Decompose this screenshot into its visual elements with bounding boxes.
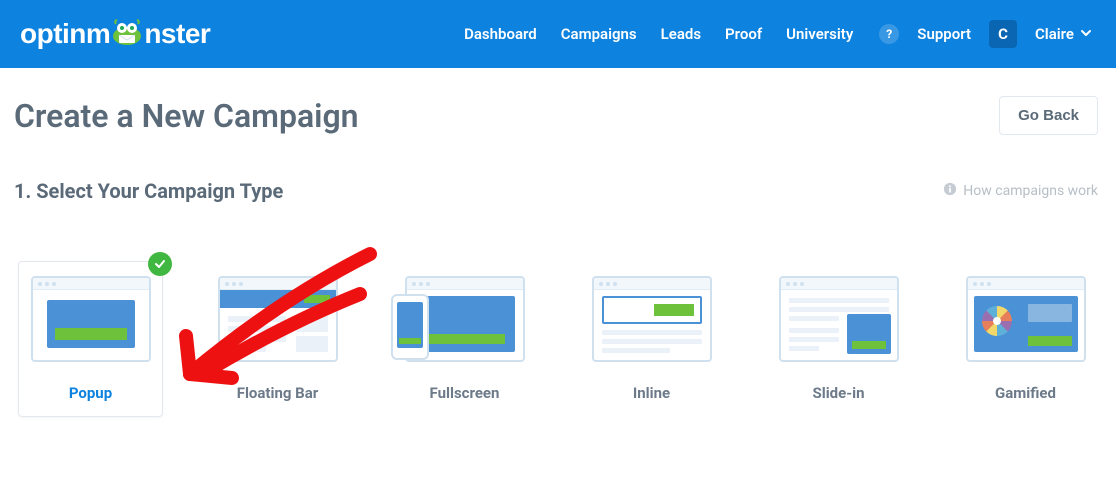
how-campaigns-work-label: How campaigns work <box>963 183 1098 199</box>
nav-university[interactable]: University <box>786 25 853 43</box>
brand-logo[interactable]: optinm nster <box>20 18 210 50</box>
campaign-type-slide-in[interactable]: Slide-in <box>766 261 911 417</box>
brand-word-left: optinm <box>20 18 110 50</box>
user-name: Claire <box>1035 25 1074 43</box>
user-avatar[interactable]: C <box>989 20 1017 48</box>
section-header: 1. Select Your Campaign Type How campaig… <box>14 179 1098 203</box>
how-campaigns-work-link[interactable]: How campaigns work <box>943 182 1098 200</box>
section-title: 1. Select Your Campaign Type <box>14 179 283 203</box>
campaign-type-fullscreen[interactable]: Fullscreen <box>392 261 537 417</box>
go-back-button[interactable]: Go Back <box>999 96 1098 135</box>
page-body: Create a New Campaign Go Back 1. Select … <box>0 68 1116 417</box>
nav-leads[interactable]: Leads <box>661 25 701 43</box>
page-title: Create a New Campaign <box>14 97 359 135</box>
campaign-type-inline[interactable]: Inline <box>579 261 724 417</box>
campaign-type-grid: Popup Floating Bar <box>14 261 1098 417</box>
user-menu[interactable]: Claire <box>1035 25 1092 43</box>
gamified-thumb <box>966 276 1086 362</box>
help-icon[interactable]: ? <box>879 24 899 44</box>
nav-campaigns[interactable]: Campaigns <box>561 25 637 43</box>
slide-in-thumb <box>779 276 899 362</box>
fullscreen-thumb <box>405 276 525 362</box>
campaign-type-label: Fullscreen <box>430 384 500 402</box>
info-icon <box>943 182 957 200</box>
brand-word-right: nster <box>144 18 210 50</box>
nav-right: ? Support C Claire <box>879 20 1092 48</box>
selected-check-icon <box>148 252 172 276</box>
campaign-type-label: Slide-in <box>812 384 864 402</box>
campaign-type-label: Floating Bar <box>237 384 319 402</box>
campaign-type-label: Gamified <box>995 384 1056 402</box>
floating-bar-thumb <box>218 276 338 362</box>
campaign-type-popup[interactable]: Popup <box>18 261 163 417</box>
inline-thumb <box>592 276 712 362</box>
mascot-icon <box>110 18 144 46</box>
nav-proof[interactable]: Proof <box>725 25 762 43</box>
popup-thumb <box>31 276 151 362</box>
nav-dashboard[interactable]: Dashboard <box>464 25 537 43</box>
nav-support[interactable]: Support <box>917 25 971 43</box>
chevron-down-icon <box>1080 25 1092 43</box>
campaign-type-label: Popup <box>69 384 112 402</box>
primary-nav: Dashboard Campaigns Leads Proof Universi… <box>464 25 853 43</box>
campaign-type-gamified[interactable]: Gamified <box>953 261 1098 417</box>
campaign-type-label: Inline <box>633 384 670 402</box>
top-nav: optinm nster Dashboard Campaigns Leads P… <box>0 0 1116 68</box>
page-header: Create a New Campaign Go Back <box>14 96 1098 135</box>
campaign-type-floating-bar[interactable]: Floating Bar <box>205 261 350 417</box>
